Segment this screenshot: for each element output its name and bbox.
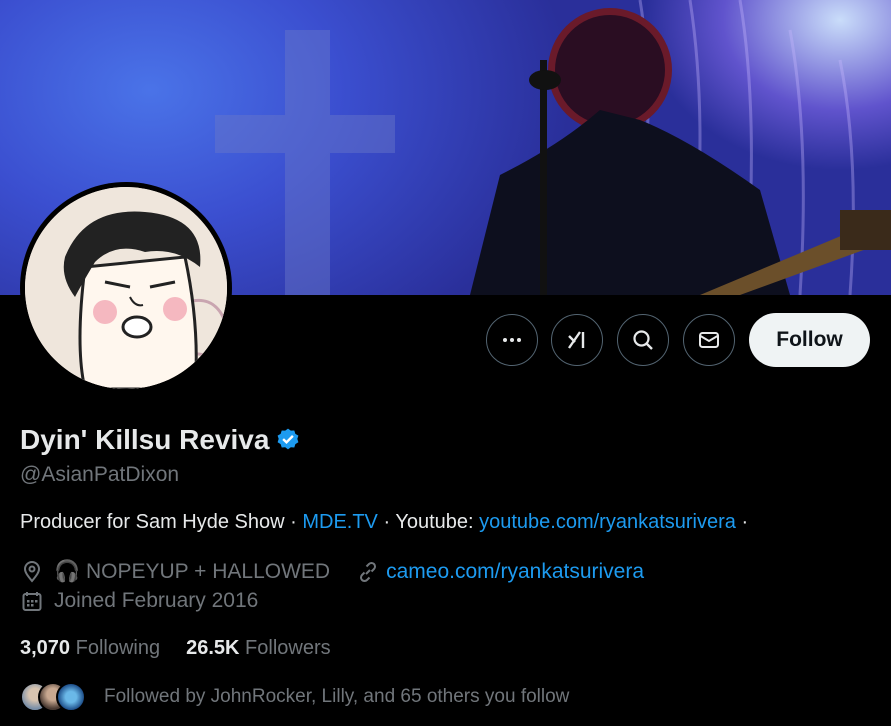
followed-by-text: Followed by JohnRocker, Lilly, and 65 ot… <box>104 686 570 707</box>
message-button[interactable] <box>683 314 735 366</box>
bio-text: Producer for Sam Hyde Show · <box>20 511 303 533</box>
avatar-image <box>25 187 227 389</box>
search-icon <box>633 330 653 350</box>
grok-icon <box>568 331 585 349</box>
more-button[interactable] <box>486 314 538 366</box>
bio-text-mid: · Youtube: <box>377 511 480 533</box>
followers-count: 26.5K <box>186 637 240 659</box>
followers-label: Followers <box>245 637 331 659</box>
joined-row: Joined February 2016 <box>20 589 258 613</box>
verified-badge-icon[interactable] <box>275 427 301 453</box>
profile-meta-row: 🎧 NOPEYUP + HALLOWED cameo.com/ryankatsu… <box>20 560 644 584</box>
follower-avatars <box>20 682 86 712</box>
bio: Producer for Sam Hyde Show · MDE.TV · Yo… <box>20 511 748 534</box>
followed-by-row[interactable]: Followed by JohnRocker, Lilly, and 65 ot… <box>20 682 569 712</box>
website-link[interactable]: cameo.com/ryankatsurivera <box>386 560 644 584</box>
name-row: Dyin' Killsu Reviva <box>20 424 301 456</box>
follow-stats: 3,070 Following 26.5K Followers <box>20 637 331 660</box>
bio-link-youtube[interactable]: youtube.com/ryankatsurivera <box>479 511 736 533</box>
calendar-icon <box>22 592 42 611</box>
location-text: 🎧 NOPEYUP + HALLOWED <box>54 560 331 583</box>
bio-text-end: · <box>735 511 749 533</box>
search-button[interactable] <box>617 314 669 366</box>
followers-link[interactable]: 26.5K Followers <box>186 637 331 660</box>
follow-button[interactable]: Follow <box>749 313 870 367</box>
location-icon <box>23 561 41 583</box>
avatar <box>56 682 86 712</box>
link-icon <box>360 561 377 583</box>
joined-text: Joined February 2016 <box>54 589 259 612</box>
following-label: Following <box>75 637 161 659</box>
more-icon <box>503 338 521 342</box>
display-name: Dyin' Killsu Reviva <box>20 424 270 455</box>
bio-link-mde[interactable]: MDE.TV <box>302 511 378 533</box>
following-count: 3,070 <box>20 637 71 659</box>
mail-icon <box>699 332 719 348</box>
grok-button[interactable] <box>551 314 603 366</box>
handle: @AsianPatDixon <box>20 463 180 486</box>
following-link[interactable]: 3,070 Following <box>20 637 160 660</box>
avatar[interactable] <box>20 182 232 394</box>
